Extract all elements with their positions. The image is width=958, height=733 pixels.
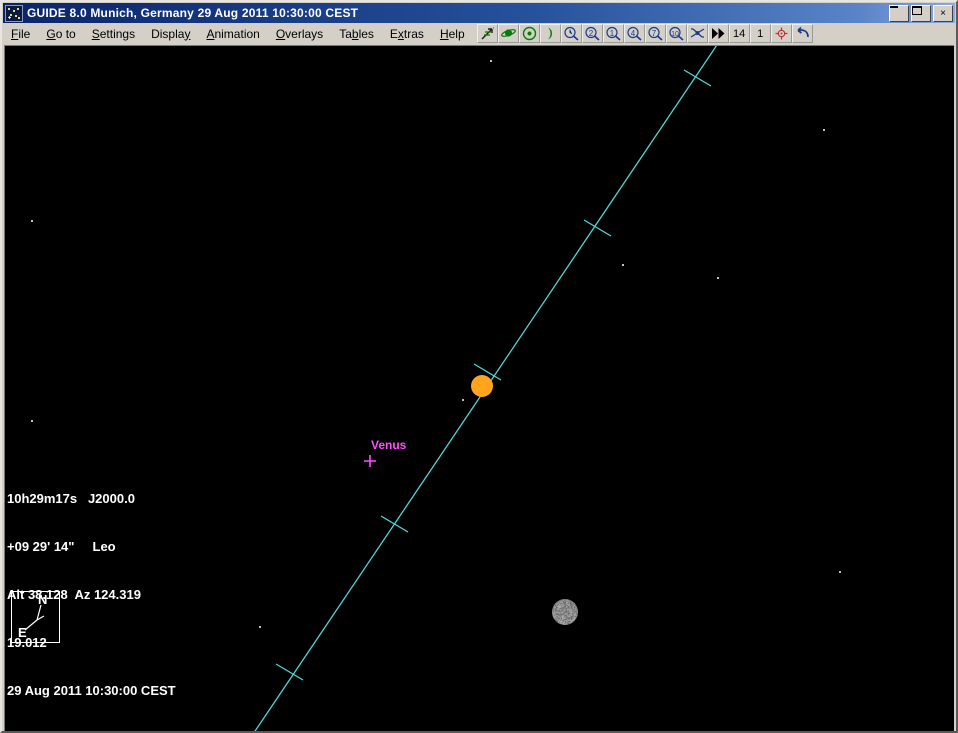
star <box>823 129 825 131</box>
star <box>839 571 841 573</box>
svg-text:4: 4 <box>630 29 635 38</box>
svg-text:7: 7 <box>651 29 656 38</box>
zoom-level-10-icon[interactable]: 10 <box>666 24 687 43</box>
star <box>259 626 261 628</box>
guide-application-window: GUIDE 8.0 Munich, Germany 29 Aug 2011 10… <box>0 0 958 733</box>
star <box>31 420 33 422</box>
sun-disk[interactable] <box>471 375 493 397</box>
center-target-icon[interactable] <box>771 24 792 43</box>
maximize-button[interactable] <box>911 5 931 22</box>
step-single-label: 1 <box>757 28 763 40</box>
svg-text:1: 1 <box>609 29 614 38</box>
status-line-datetime: 29 Aug 2011 10:30:00 CEST <box>7 683 176 699</box>
zoom-level-2-icon[interactable]: 2 <box>582 24 603 43</box>
star <box>622 264 624 266</box>
toolbar: 2 1 4 7 10 14 1 <box>477 24 813 43</box>
sun-icon[interactable] <box>519 24 540 43</box>
star-chart-icon[interactable] <box>477 24 498 43</box>
planet-saturn-icon[interactable] <box>498 24 519 43</box>
menu-item-help[interactable]: Help <box>432 25 473 43</box>
zoom-level-1-icon[interactable]: 1 <box>603 24 624 43</box>
zoom-level-4-icon[interactable]: 4 <box>624 24 645 43</box>
step-count-icon[interactable]: 14 <box>729 24 750 43</box>
status-readout: 10h29m17s J2000.0 +09 29' 14" Leo Alt 38… <box>7 459 176 731</box>
status-line-altaz: Alt 38.128 Az 124.319 <box>7 587 176 603</box>
window-controls: × <box>889 5 953 22</box>
moon-disk[interactable] <box>552 599 578 625</box>
fast-forward-icon[interactable] <box>708 24 729 43</box>
moon-icon[interactable] <box>540 24 561 43</box>
animation-step-icon[interactable] <box>687 24 708 43</box>
zoom-level-7-icon[interactable]: 7 <box>645 24 666 43</box>
status-line-coords: 10h29m17s J2000.0 <box>7 491 176 507</box>
sky-canvas[interactable]: Venus N E 10h29m17s J2000.0 +09 29' 14" … <box>5 46 954 731</box>
star <box>31 220 33 222</box>
step-single-icon[interactable]: 1 <box>750 24 771 43</box>
svg-text:10: 10 <box>671 31 679 38</box>
menu-item-goto[interactable]: Go to <box>38 25 83 43</box>
menu-item-display[interactable]: Display <box>143 25 198 43</box>
title-bar: GUIDE 8.0 Munich, Germany 29 Aug 2011 10… <box>3 3 955 23</box>
close-button[interactable]: × <box>933 5 953 22</box>
menu-item-file[interactable]: File <box>3 25 38 43</box>
close-icon: × <box>934 6 952 21</box>
star <box>490 60 492 62</box>
status-line-dec: +09 29' 14" Leo <box>7 539 176 555</box>
menu-item-overlays[interactable]: Overlays <box>268 25 331 43</box>
menu-item-extras[interactable]: Extras <box>382 25 432 43</box>
starfield-icon[interactable] <box>5 5 23 22</box>
window-title: GUIDE 8.0 Munich, Germany 29 Aug 2011 10… <box>27 6 358 20</box>
star <box>462 399 464 401</box>
ecliptic-tick-marks <box>276 70 711 680</box>
svg-text:2: 2 <box>588 29 593 38</box>
undo-icon[interactable] <box>792 24 813 43</box>
menu-bar: File Go to Settings Display Animation Ov… <box>3 23 955 44</box>
menu-item-animation[interactable]: Animation <box>198 25 267 43</box>
menu-item-settings[interactable]: Settings <box>84 25 143 43</box>
step-count-label: 14 <box>733 28 745 40</box>
star <box>717 277 719 279</box>
minimize-button[interactable] <box>889 5 909 22</box>
menu-item-tables[interactable]: Tables <box>331 25 382 43</box>
status-line-magnitude: 19.012 <box>7 635 176 651</box>
zoom-level-0-icon[interactable] <box>561 24 582 43</box>
sky-view-panel[interactable]: Venus N E 10h29m17s J2000.0 +09 29' 14" … <box>4 45 954 731</box>
venus-label: Venus <box>371 438 406 452</box>
